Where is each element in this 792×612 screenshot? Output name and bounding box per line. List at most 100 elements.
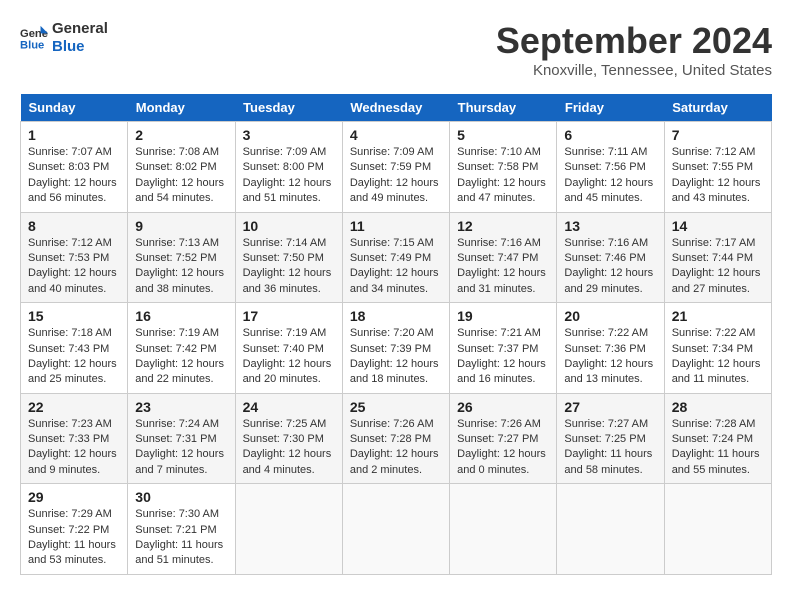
day-number: 17 bbox=[243, 308, 335, 324]
day-number: 13 bbox=[564, 218, 656, 234]
calendar-table: SundayMondayTuesdayWednesdayThursdayFrid… bbox=[20, 94, 772, 575]
calendar-cell: 11Sunrise: 7:15 AM Sunset: 7:49 PM Dayli… bbox=[342, 212, 449, 303]
day-info: Sunrise: 7:20 AM Sunset: 7:39 PM Dayligh… bbox=[350, 326, 442, 388]
day-info: Sunrise: 7:13 AM Sunset: 7:52 PM Dayligh… bbox=[135, 236, 227, 298]
calendar-cell: 10 Sunrise: 7:14 AM Sunset: 7:50 PM Dayli… bbox=[235, 212, 342, 303]
day-number: 14 bbox=[672, 218, 764, 234]
title-section: September 2024 Knoxville, Tennessee, Uni… bbox=[496, 20, 772, 79]
calendar-cell: 23 Sunrise: 7:24 AM Sunset: 7:31 PM Dayli… bbox=[128, 393, 235, 484]
day-number: 26 bbox=[457, 399, 549, 415]
day-info: Sunrise: 7:19 AM Sunset: 7:40 PM Dayligh… bbox=[243, 326, 335, 388]
day-info: Sunrise: 7:08 AM Sunset: 8:02 PM Dayligh… bbox=[135, 145, 227, 207]
day-number: 7 bbox=[672, 127, 764, 143]
day-number: 29 bbox=[28, 489, 120, 505]
calendar-cell: 26Sunrise: 7:26 AM Sunset: 7:27 PM Dayli… bbox=[450, 393, 557, 484]
day-info: Sunrise: 7:12 AM Sunset: 7:53 PM Dayligh… bbox=[28, 236, 120, 298]
calendar-cell bbox=[450, 484, 557, 575]
month-title: September 2024 bbox=[496, 20, 772, 62]
week-row-2: 8 Sunrise: 7:12 AM Sunset: 7:53 PM Daylig… bbox=[21, 212, 772, 303]
day-header-sunday: Sunday bbox=[21, 94, 128, 122]
day-number: 23 bbox=[135, 399, 227, 415]
calendar-cell: 14Sunrise: 7:17 AM Sunset: 7:44 PM Dayli… bbox=[664, 212, 771, 303]
days-header-row: SundayMondayTuesdayWednesdayThursdayFrid… bbox=[21, 94, 772, 122]
day-info: Sunrise: 7:29 AM Sunset: 7:22 PM Dayligh… bbox=[28, 507, 120, 569]
day-number: 9 bbox=[135, 218, 227, 234]
day-number: 28 bbox=[672, 399, 764, 415]
day-info: Sunrise: 7:25 AM Sunset: 7:30 PM Dayligh… bbox=[243, 417, 335, 479]
calendar-cell: 16Sunrise: 7:19 AM Sunset: 7:42 PM Dayli… bbox=[128, 303, 235, 394]
week-row-4: 22 Sunrise: 7:23 AM Sunset: 7:33 PM Dayli… bbox=[21, 393, 772, 484]
calendar-cell: 17 Sunrise: 7:19 AM Sunset: 7:40 PM Dayli… bbox=[235, 303, 342, 394]
calendar-cell: 20 Sunrise: 7:22 AM Sunset: 7:36 PM Dayli… bbox=[557, 303, 664, 394]
calendar-cell: 5Sunrise: 7:10 AM Sunset: 7:58 PM Daylig… bbox=[450, 122, 557, 213]
day-info: Sunrise: 7:24 AM Sunset: 7:31 PM Dayligh… bbox=[135, 417, 227, 479]
day-number: 24 bbox=[243, 399, 335, 415]
logo: General Blue General Blue bbox=[20, 20, 108, 56]
day-header-tuesday: Tuesday bbox=[235, 94, 342, 122]
calendar-cell: 7 Sunrise: 7:12 AM Sunset: 7:55 PM Daylig… bbox=[664, 122, 771, 213]
day-info: Sunrise: 7:26 AM Sunset: 7:28 PM Dayligh… bbox=[350, 417, 442, 479]
day-info: Sunrise: 7:18 AM Sunset: 7:43 PM Dayligh… bbox=[28, 326, 120, 388]
calendar-cell: 28 Sunrise: 7:28 AM Sunset: 7:24 PM Dayli… bbox=[664, 393, 771, 484]
day-number: 19 bbox=[457, 308, 549, 324]
svg-text:Blue: Blue bbox=[20, 39, 44, 51]
day-number: 6 bbox=[564, 127, 656, 143]
calendar-cell: 12Sunrise: 7:16 AM Sunset: 7:47 PM Dayli… bbox=[450, 212, 557, 303]
day-info: Sunrise: 7:12 AM Sunset: 7:55 PM Dayligh… bbox=[672, 145, 764, 207]
logo-general: General bbox=[52, 20, 108, 38]
calendar-cell: 22 Sunrise: 7:23 AM Sunset: 7:33 PM Dayli… bbox=[21, 393, 128, 484]
calendar-cell: 21Sunrise: 7:22 AM Sunset: 7:34 PM Dayli… bbox=[664, 303, 771, 394]
day-number: 16 bbox=[135, 308, 227, 324]
week-row-5: 29 Sunrise: 7:29 AM Sunset: 7:22 PM Dayli… bbox=[21, 484, 772, 575]
calendar-cell: 27 Sunrise: 7:27 AM Sunset: 7:25 PM Dayli… bbox=[557, 393, 664, 484]
day-info: Sunrise: 7:21 AM Sunset: 7:37 PM Dayligh… bbox=[457, 326, 549, 388]
day-info: Sunrise: 7:27 AM Sunset: 7:25 PM Dayligh… bbox=[564, 417, 656, 479]
day-info: Sunrise: 7:22 AM Sunset: 7:36 PM Dayligh… bbox=[564, 326, 656, 388]
calendar-cell: 3Sunrise: 7:09 AM Sunset: 8:00 PM Daylig… bbox=[235, 122, 342, 213]
day-info: Sunrise: 7:10 AM Sunset: 7:58 PM Dayligh… bbox=[457, 145, 549, 207]
calendar-cell: 25Sunrise: 7:26 AM Sunset: 7:28 PM Dayli… bbox=[342, 393, 449, 484]
day-info: Sunrise: 7:14 AM Sunset: 7:50 PM Dayligh… bbox=[243, 236, 335, 298]
day-info: Sunrise: 7:16 AM Sunset: 7:46 PM Dayligh… bbox=[564, 236, 656, 298]
calendar-cell: 19 Sunrise: 7:21 AM Sunset: 7:37 PM Dayli… bbox=[450, 303, 557, 394]
day-number: 3 bbox=[243, 127, 335, 143]
calendar-cell: 29 Sunrise: 7:29 AM Sunset: 7:22 PM Dayli… bbox=[21, 484, 128, 575]
day-number: 10 bbox=[243, 218, 335, 234]
day-info: Sunrise: 7:28 AM Sunset: 7:24 PM Dayligh… bbox=[672, 417, 764, 479]
calendar-cell: 4 Sunrise: 7:09 AM Sunset: 7:59 PM Daylig… bbox=[342, 122, 449, 213]
day-info: Sunrise: 7:30 AM Sunset: 7:21 PM Dayligh… bbox=[135, 507, 227, 569]
calendar-cell bbox=[664, 484, 771, 575]
header: General Blue General Blue September 2024… bbox=[20, 20, 772, 79]
calendar-cell: 9 Sunrise: 7:13 AM Sunset: 7:52 PM Daylig… bbox=[128, 212, 235, 303]
day-info: Sunrise: 7:07 AM Sunset: 8:03 PM Dayligh… bbox=[28, 145, 120, 207]
location: Knoxville, Tennessee, United States bbox=[496, 62, 772, 79]
day-number: 20 bbox=[564, 308, 656, 324]
calendar-cell: 24 Sunrise: 7:25 AM Sunset: 7:30 PM Dayli… bbox=[235, 393, 342, 484]
day-number: 30 bbox=[135, 489, 227, 505]
day-number: 22 bbox=[28, 399, 120, 415]
day-header-wednesday: Wednesday bbox=[342, 94, 449, 122]
day-header-monday: Monday bbox=[128, 94, 235, 122]
day-number: 1 bbox=[28, 127, 120, 143]
calendar-cell: 18Sunrise: 7:20 AM Sunset: 7:39 PM Dayli… bbox=[342, 303, 449, 394]
day-number: 12 bbox=[457, 218, 549, 234]
day-number: 15 bbox=[28, 308, 120, 324]
calendar-cell bbox=[557, 484, 664, 575]
calendar-cell: 6 Sunrise: 7:11 AM Sunset: 7:56 PM Daylig… bbox=[557, 122, 664, 213]
calendar-cell: 15 Sunrise: 7:18 AM Sunset: 7:43 PM Dayli… bbox=[21, 303, 128, 394]
week-row-1: 1 Sunrise: 7:07 AM Sunset: 8:03 PM Daylig… bbox=[21, 122, 772, 213]
calendar-cell: 13 Sunrise: 7:16 AM Sunset: 7:46 PM Dayli… bbox=[557, 212, 664, 303]
day-number: 8 bbox=[28, 218, 120, 234]
day-header-saturday: Saturday bbox=[664, 94, 771, 122]
day-number: 27 bbox=[564, 399, 656, 415]
calendar-cell bbox=[235, 484, 342, 575]
day-header-thursday: Thursday bbox=[450, 94, 557, 122]
day-info: Sunrise: 7:22 AM Sunset: 7:34 PM Dayligh… bbox=[672, 326, 764, 388]
logo-icon: General Blue bbox=[20, 24, 48, 52]
day-number: 4 bbox=[350, 127, 442, 143]
day-info: Sunrise: 7:11 AM Sunset: 7:56 PM Dayligh… bbox=[564, 145, 656, 207]
day-info: Sunrise: 7:23 AM Sunset: 7:33 PM Dayligh… bbox=[28, 417, 120, 479]
day-number: 11 bbox=[350, 218, 442, 234]
calendar-cell bbox=[342, 484, 449, 575]
day-info: Sunrise: 7:09 AM Sunset: 7:59 PM Dayligh… bbox=[350, 145, 442, 207]
